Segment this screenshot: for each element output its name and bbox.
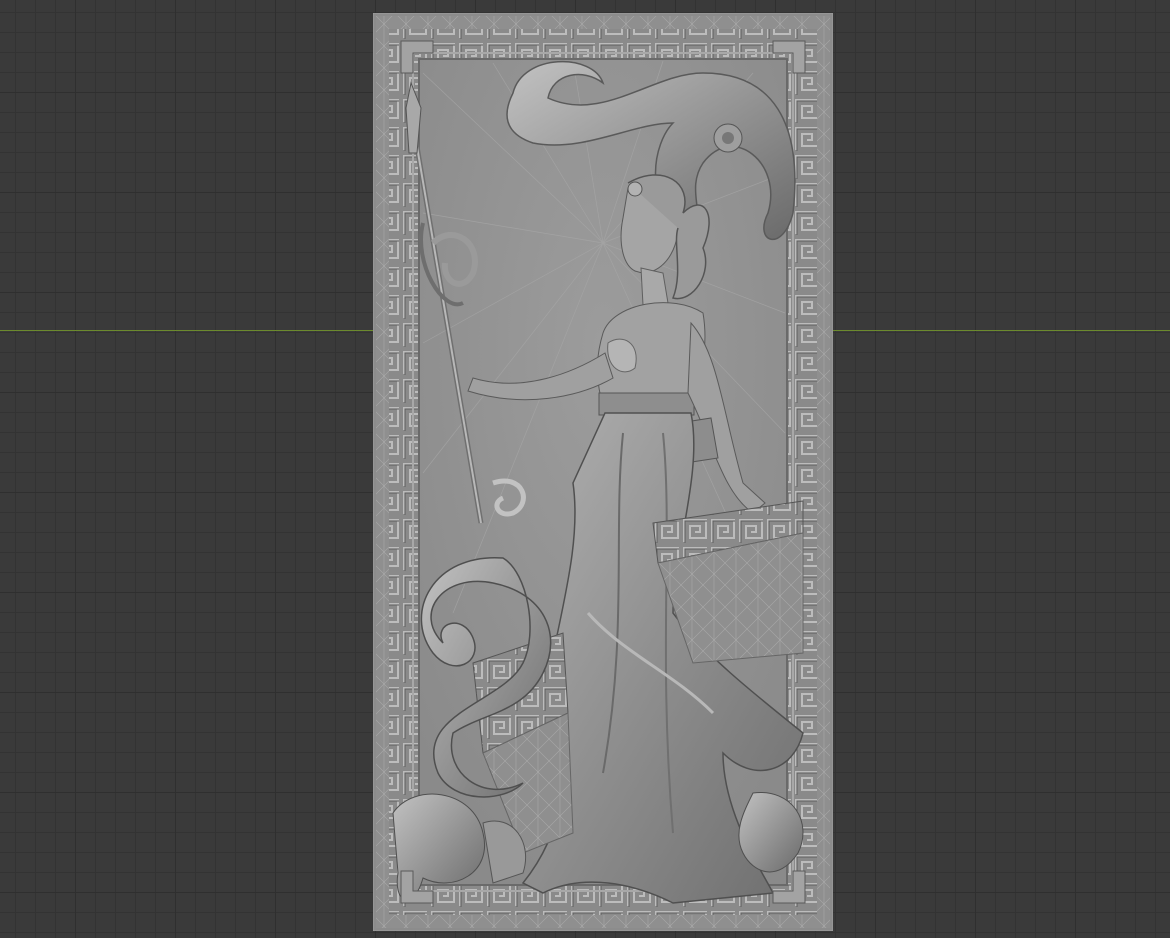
relief-panel-model[interactable] — [373, 13, 833, 931]
3d-viewport[interactable] — [0, 0, 1170, 938]
